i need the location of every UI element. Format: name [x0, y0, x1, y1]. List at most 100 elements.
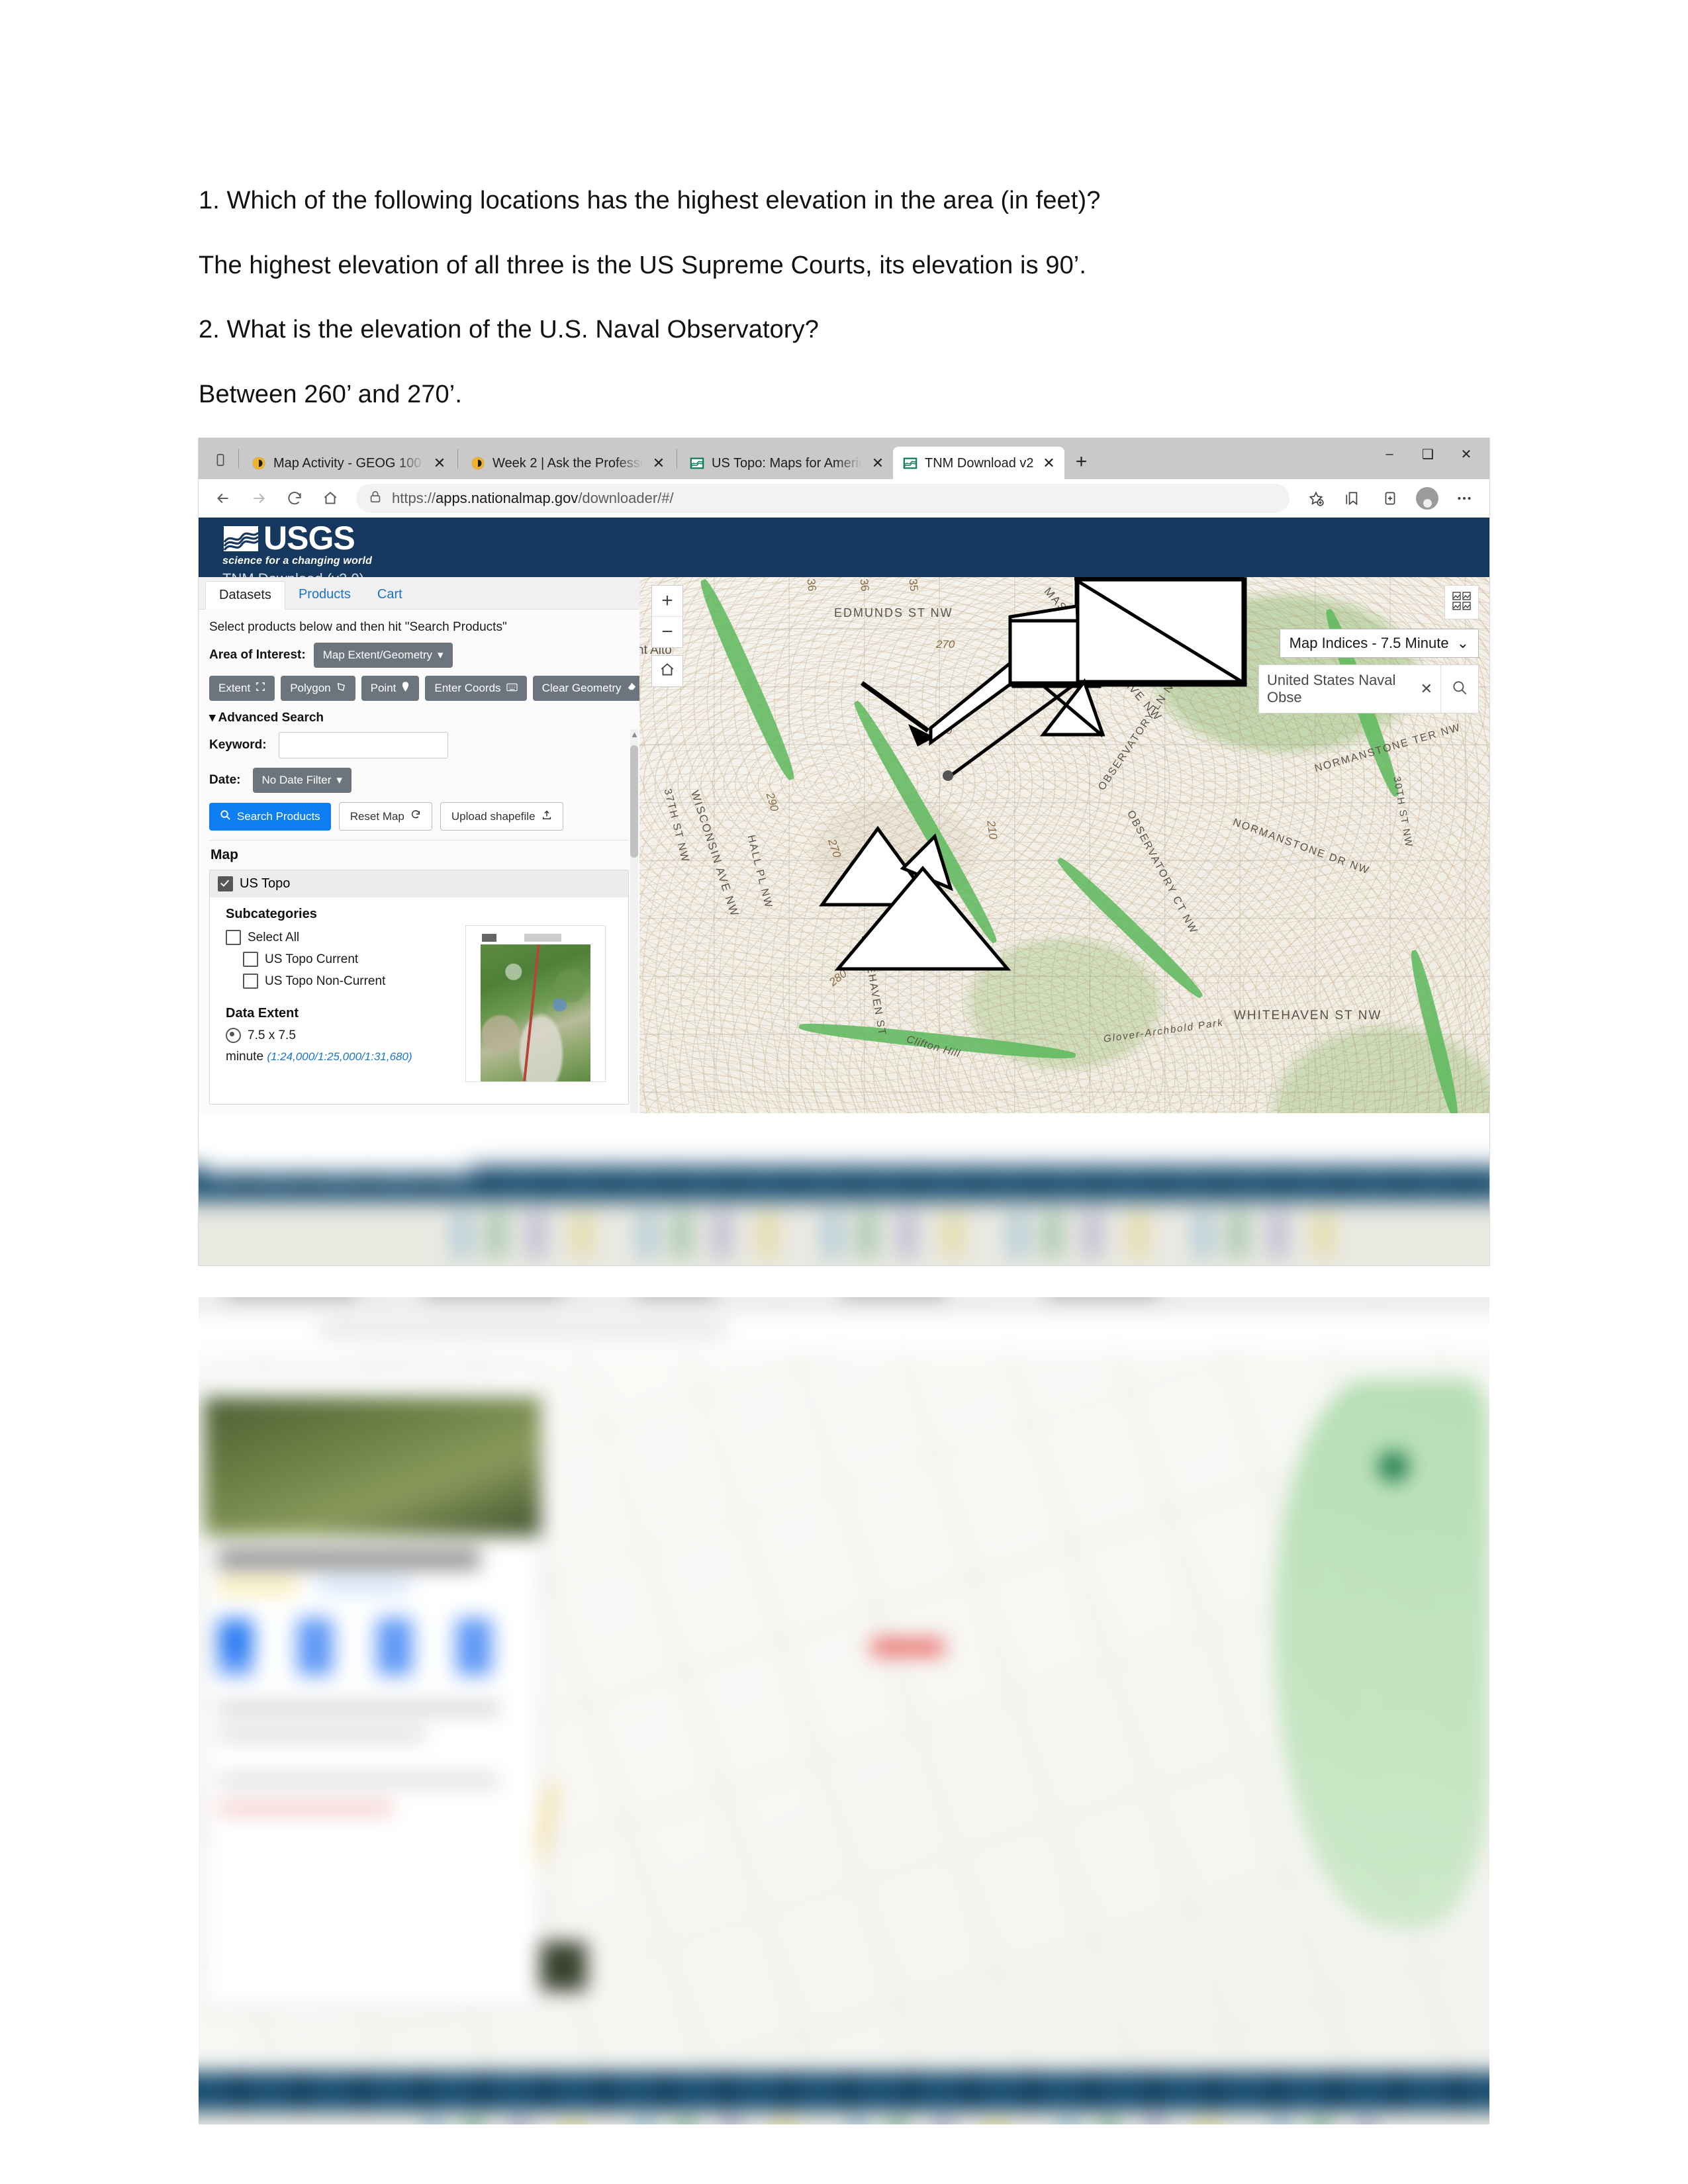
refresh-icon[interactable] [277, 482, 312, 514]
date-label: Date: [209, 773, 241, 787]
us-topo-non-current-label: US Topo Non-Current [265, 974, 386, 988]
us-topo-non-current-checkbox[interactable] [243, 974, 258, 989]
area-of-interest-dropdown[interactable]: Map Extent/Geometry ▾ [313, 643, 453, 668]
back-icon[interactable] [205, 482, 241, 514]
browser-tab-4-active[interactable]: TNM Download v2 ✕ [893, 447, 1064, 479]
map-zoom-controls[interactable]: + − [651, 585, 683, 648]
favorite-icon[interactable] [1297, 482, 1335, 514]
basemap-gallery-button[interactable] [1444, 585, 1479, 619]
polygon-icon [336, 682, 346, 695]
maximize-button[interactable]: ❑ [1409, 441, 1447, 467]
tab-divider [457, 449, 458, 469]
polygon-button[interactable]: Polygon [281, 676, 355, 701]
forward-icon[interactable] [241, 482, 277, 514]
answer-1: The highest elevation of all three is th… [199, 251, 1087, 279]
contour-label: 210 [984, 819, 1000, 841]
browser-tab-1[interactable]: Map Activity - GEOG 100 6980 In ✕ [242, 447, 455, 479]
eraser-icon [627, 682, 637, 695]
panel-hint: Select products below and then hit "Sear… [209, 620, 507, 634]
tab-close-icon[interactable]: ✕ [650, 455, 667, 472]
chevron-down-icon: ▾ [336, 774, 342, 786]
blurred-content [199, 1297, 1489, 2124]
blackboard-icon [470, 455, 486, 471]
map-street-label: EDMUNDS ST NW [834, 606, 953, 619]
select-all-checkbox[interactable] [226, 930, 241, 945]
us-topo-current-checkbox[interactable] [243, 952, 258, 967]
clear-icon[interactable]: ✕ [1421, 680, 1432, 698]
tab-close-icon[interactable]: ✕ [869, 455, 886, 472]
url-input[interactable]: https://apps.nationalmap.gov/downloader/… [356, 484, 1289, 513]
search-icon [220, 809, 231, 824]
map-section-title: Map [211, 847, 238, 862]
geometry-buttons: Extent Polygon Point Enter Coords Clear … [209, 676, 646, 701]
browser-address-bar: https://apps.nationalmap.gov/downloader/… [199, 479, 1489, 518]
area-of-interest-value: Map Extent/Geometry [322, 649, 433, 661]
keyboard-icon [506, 682, 518, 695]
minimize-button[interactable]: – [1370, 441, 1409, 467]
dataset-header[interactable]: US Topo [210, 870, 628, 897]
reset-map-label: Reset Map [350, 809, 404, 823]
tab-close-icon[interactable]: ✕ [1041, 455, 1058, 472]
enter-coords-button[interactable]: Enter Coords [425, 676, 527, 701]
panel-tabs: Datasets Products Cart [199, 577, 639, 610]
search-products-button[interactable]: Search Products [209, 802, 331, 831]
reset-map-button[interactable]: Reset Map [338, 802, 432, 831]
data-extent-radio[interactable] [226, 1028, 241, 1043]
profile-avatar[interactable] [1409, 482, 1446, 514]
extent-label: Extent [218, 682, 251, 694]
tab-search-icon[interactable] [205, 445, 236, 475]
advanced-search-toggle[interactable]: ▾ Advanced Search [209, 710, 629, 725]
tab-label: Week 2 | Ask the Professor (Opti [492, 455, 643, 471]
extent-button[interactable]: Extent [209, 676, 275, 701]
clear-geometry-button[interactable]: Clear Geometry [532, 676, 646, 701]
data-extent-option-label: 7.5 x 7.5 [248, 1028, 296, 1042]
question-1: 1. Which of the following locations has … [199, 187, 1101, 214]
tnm-downloader-page: USGS science for a changing world TNM Do… [199, 518, 1489, 1265]
refresh-icon [410, 809, 421, 823]
document-answers: 1. Which of the following locations has … [199, 185, 1324, 443]
map-search-value: United States Naval Obse [1267, 672, 1396, 705]
scroll-up-arrow[interactable]: ▲ [630, 729, 639, 739]
browser-tab-3[interactable]: US Topo: Maps for America ✕ [680, 447, 893, 479]
answer-2: Between 260’ and 270’. [199, 380, 462, 408]
map-street-label: WHITEHAVEN ST NW [1234, 1009, 1382, 1023]
point-button[interactable]: Point [361, 676, 420, 701]
tab-close-icon[interactable]: ✕ [431, 455, 448, 472]
settings-more-icon[interactable] [1446, 482, 1483, 514]
map-indices-dropdown[interactable]: Map Indices - 7.5 Minute ⌄ [1279, 629, 1479, 658]
usgs-tagline: science for a changing world [222, 555, 373, 567]
zoom-out-button[interactable]: − [652, 616, 682, 647]
lock-icon [368, 490, 383, 508]
upload-shapefile-button[interactable]: Upload shapefile [440, 802, 563, 831]
map-indices-label: Map Indices - 7.5 Minute [1289, 635, 1449, 651]
tab-label: US Topo: Maps for America [712, 455, 863, 471]
tab-datasets[interactable]: Datasets [205, 581, 285, 610]
point-label: Point [370, 682, 397, 694]
polygon-label: Polygon [290, 682, 331, 694]
usgs-wave-icon [223, 525, 259, 551]
home-icon[interactable] [312, 482, 348, 514]
contour-label: 36 [857, 578, 872, 592]
tab-cart[interactable]: Cart [364, 581, 416, 609]
collections-icon[interactable] [1335, 482, 1372, 514]
us-topo-label: US Topo [240, 876, 291, 891]
date-filter-dropdown[interactable]: No Date Filter ▾ [252, 768, 352, 793]
map-search: United States Naval Obse ✕ [1258, 664, 1479, 713]
url-text: https://apps.nationalmap.gov/downloader/… [392, 490, 674, 506]
window-controls: – ❑ ✕ [1370, 441, 1485, 467]
add-to-collections-icon[interactable] [1372, 482, 1409, 514]
contour-label: 270 [936, 638, 955, 651]
tab-products[interactable]: Products [285, 581, 364, 609]
area-of-interest-row: Area of Interest: Map Extent/Geometry ▾ [209, 643, 629, 668]
us-topo-checkbox[interactable] [218, 876, 233, 891]
close-window-button[interactable]: ✕ [1447, 441, 1485, 467]
map-search-input[interactable]: United States Naval Obse ✕ [1259, 665, 1440, 713]
subcategories-title: Subcategories [226, 907, 317, 921]
zoom-in-button[interactable]: + [652, 586, 682, 616]
keyword-input[interactable] [278, 732, 448, 758]
map-search-button[interactable] [1440, 665, 1478, 713]
browser-tab-2[interactable]: Week 2 | Ask the Professor (Opti ✕ [461, 447, 674, 479]
home-extent-button[interactable] [651, 655, 683, 687]
scrollbar-thumb[interactable] [630, 745, 638, 858]
new-tab-button[interactable]: + [1068, 449, 1095, 475]
